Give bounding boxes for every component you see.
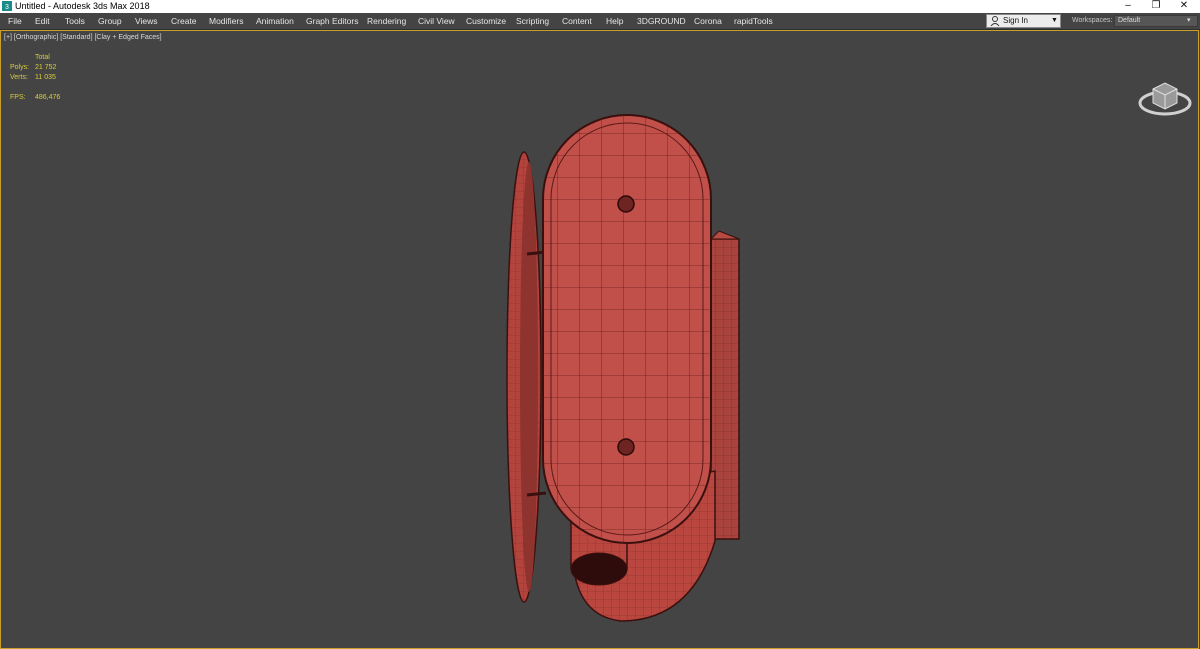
stats-header: Total (35, 54, 50, 61)
menu-views[interactable]: Views (135, 13, 158, 29)
viewcube-icon[interactable] (1137, 75, 1193, 119)
stats-polys-value: 21 752 (35, 64, 57, 71)
menu-group[interactable]: Group (98, 13, 122, 29)
window-titlebar: 3 Untitled - Autodesk 3ds Max 2018 – ❐ ✕ (0, 0, 1200, 13)
sign-in-label: Sign In (1003, 16, 1028, 25)
chevron-down-icon: ▾ (1187, 17, 1191, 24)
stats-polys-label: Polys: (10, 64, 30, 71)
menu-graph-editors[interactable]: Graph Editors (306, 13, 358, 29)
chevron-down-icon: ▼ (1051, 17, 1058, 24)
viewport-label-menu[interactable]: [+] [Orthographic] [Standard] [Clay + Ed… (4, 34, 162, 41)
workspaces-label: Workspaces: (1072, 17, 1113, 24)
viewport-perspective[interactable]: [+] [Orthographic] [Standard] [Clay + Ed… (0, 30, 1199, 649)
3dsmax-app-icon: 3 (2, 1, 12, 11)
menu-rapidtools[interactable]: rapidTools (734, 13, 773, 29)
menu-corona[interactable]: Corona (694, 13, 722, 29)
menu-civil-view[interactable]: Civil View (418, 13, 455, 29)
minimize-button[interactable]: – (1114, 0, 1142, 13)
workspaces-select[interactable]: Default ▾ (1114, 15, 1198, 27)
menu-animation[interactable]: Animation (256, 13, 294, 29)
menu-tools[interactable]: Tools (65, 13, 85, 29)
menu-modifiers[interactable]: Modifiers (209, 13, 243, 29)
menu-create[interactable]: Create (171, 13, 197, 29)
menu-rendering[interactable]: Rendering (367, 13, 406, 29)
main-capsule-body (542, 114, 712, 544)
user-icon (990, 16, 1000, 27)
svg-text:3: 3 (5, 4, 9, 11)
menu-3dground[interactable]: 3DGROUND (637, 13, 686, 29)
stats-verts-value: 11 035 (35, 74, 56, 81)
stats-verts-label: Verts: (10, 74, 28, 81)
viewport-model-wall-lamp[interactable] (491, 111, 751, 631)
close-button[interactable]: ✕ (1170, 0, 1198, 13)
workspaces-value: Default (1118, 17, 1141, 24)
sign-in-dropdown[interactable]: Sign In ▼ (986, 14, 1061, 28)
axis-tripod-icon (11, 643, 37, 649)
restore-button[interactable]: ❐ (1142, 0, 1170, 13)
menu-help[interactable]: Help (606, 13, 623, 29)
left-disc-shade (506, 151, 547, 603)
menu-content[interactable]: Content (562, 13, 592, 29)
menu-scripting[interactable]: Scripting (516, 13, 549, 29)
menu-file[interactable]: File (8, 13, 22, 29)
menu-customize[interactable]: Customize (466, 13, 506, 29)
menu-edit[interactable]: Edit (35, 13, 50, 29)
window-title: Untitled - Autodesk 3ds Max 2018 (15, 1, 150, 11)
stats-fps-value: 486,476 (35, 94, 61, 101)
stats-fps-label: FPS: (10, 94, 26, 101)
